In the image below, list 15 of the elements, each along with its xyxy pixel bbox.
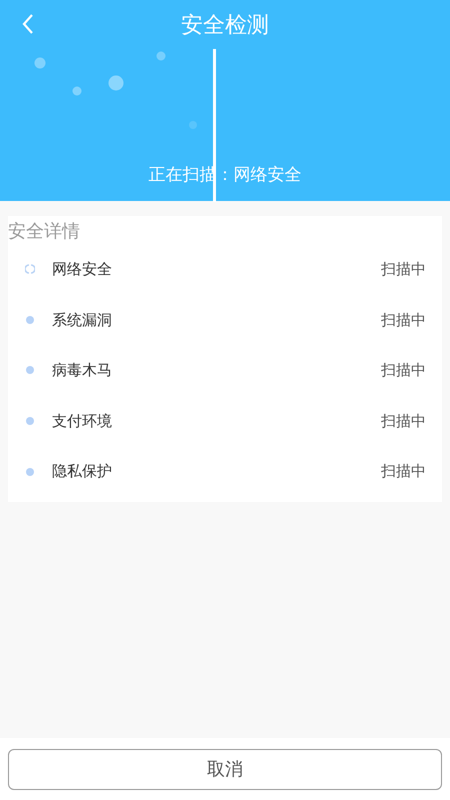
page-title: 安全检测 [181,12,269,40]
item-status: 扫描中 [381,461,426,482]
item-status: 扫描中 [381,410,426,432]
item-name: 系统漏洞 [52,310,112,331]
item-status: 扫描中 [381,360,426,382]
item-status: 扫描中 [381,310,426,331]
item-name: 网络安全 [52,259,112,280]
item-name: 病毒木马 [52,360,112,382]
item-name: 支付环境 [52,410,112,432]
item-status: 扫描中 [381,259,426,280]
cancel-button[interactable]: 取消 [8,748,442,790]
loading-icon [25,264,35,274]
item-name: 隐私保护 [52,461,112,482]
section-heading: 安全详情 [8,220,81,244]
back-icon[interactable] [20,13,36,35]
